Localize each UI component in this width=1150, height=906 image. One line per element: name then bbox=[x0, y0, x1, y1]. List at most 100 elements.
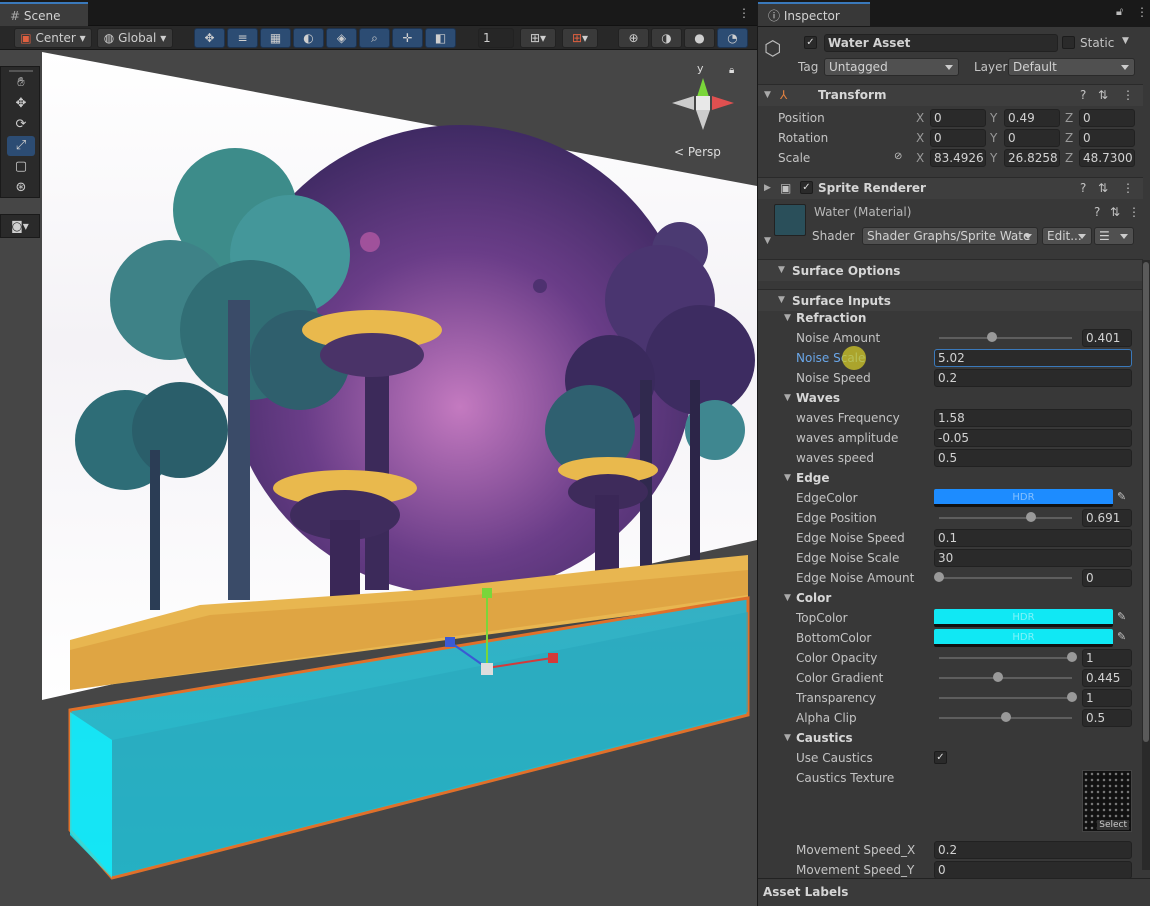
shader-dropdown[interactable]: Shader Graphs/Sprite Wate bbox=[862, 227, 1038, 245]
view-options-button[interactable]: ◙▾ bbox=[0, 214, 40, 238]
tab-scene[interactable]: # Scene bbox=[0, 2, 88, 26]
edge-noise-amount-slider-track[interactable] bbox=[939, 577, 1072, 579]
shader-edit-button[interactable]: Edit... bbox=[1042, 227, 1092, 245]
alpha-clip-field[interactable]: 0.5 bbox=[1082, 709, 1132, 727]
edge-group-header[interactable]: ▼ Edge bbox=[758, 468, 1143, 488]
transform-position-x-field[interactable]: 0 bbox=[930, 109, 986, 127]
help-icon[interactable]: ? bbox=[1080, 88, 1086, 102]
scene-viewport[interactable]: y 🔒︎ < Persp bbox=[0, 50, 757, 906]
scale-tool-button[interactable]: ⤢ bbox=[7, 136, 35, 156]
material-fold-icon[interactable]: ▼ bbox=[764, 236, 771, 246]
color-gradient-slider-knob[interactable] bbox=[993, 672, 1004, 682]
transform-scale-x-field[interactable]: 83.4926 bbox=[930, 149, 986, 167]
noise-amount-slider-knob[interactable] bbox=[987, 332, 998, 342]
grid-dropdown[interactable]: ⊞▾ bbox=[520, 28, 556, 48]
lit-button[interactable]: ◔ bbox=[717, 28, 748, 48]
transform-position-z-field[interactable]: 0 bbox=[1079, 109, 1135, 127]
static-dropdown-icon[interactable]: ▼ bbox=[1122, 36, 1129, 46]
shaded-wire-button[interactable]: ◑ bbox=[651, 28, 682, 48]
persp-toggle[interactable]: < Persp bbox=[674, 145, 721, 159]
alpha-clip-slider-knob[interactable] bbox=[1000, 712, 1011, 722]
eyedropper-icon[interactable]: ✎ bbox=[1117, 630, 1126, 643]
transform-scale-y-field[interactable]: 26.8258 bbox=[1004, 149, 1060, 167]
edge-position-slider-knob[interactable] bbox=[1025, 512, 1036, 522]
scene-menu-icon[interactable]: ⋮ bbox=[738, 6, 750, 20]
sprite-renderer-enabled[interactable]: ✓ bbox=[800, 181, 813, 194]
palette-handle[interactable] bbox=[9, 70, 33, 72]
movement-speed-y-field[interactable]: 0 bbox=[934, 861, 1132, 879]
edge-noise-amount-field[interactable]: 0 bbox=[1082, 569, 1132, 587]
tab-inspector[interactable]: ⓘ Inspector bbox=[758, 2, 870, 26]
snap-dropdown[interactable]: ⊞▾ bbox=[562, 28, 598, 48]
preset-icon[interactable]: ⇅ bbox=[1098, 181, 1108, 195]
layer-dropdown[interactable]: Default bbox=[1008, 58, 1135, 76]
color-gradient-slider-track[interactable] bbox=[939, 677, 1072, 679]
refraction-group-header[interactable]: ▼ Refraction bbox=[758, 308, 1143, 328]
transform-rotation-z-field[interactable]: 0 bbox=[1079, 129, 1135, 147]
wireframe-button[interactable]: ⊕ bbox=[618, 28, 649, 48]
material-preview[interactable] bbox=[774, 204, 806, 236]
asset-labels-bar[interactable]: Asset Labels bbox=[758, 878, 1150, 906]
color-group-header[interactable]: ▼ Color bbox=[758, 588, 1143, 608]
edge-position-slider-track[interactable] bbox=[939, 517, 1072, 519]
active-checkbox[interactable]: ✓ bbox=[804, 36, 817, 49]
waves-speed-field[interactable]: 0.5 bbox=[934, 449, 1132, 467]
layers-button[interactable]: ◈ bbox=[326, 28, 357, 48]
caustics-texture-select-button[interactable]: Select bbox=[1097, 820, 1129, 830]
object-name-field[interactable]: Water Asset bbox=[824, 34, 1058, 52]
component-menu-icon[interactable]: ⋮ bbox=[1122, 88, 1134, 102]
noise-scale-field[interactable]: 5.02 bbox=[934, 349, 1132, 367]
transform-rotation-y-field[interactable]: 0 bbox=[1004, 129, 1060, 147]
transparency-slider-knob[interactable] bbox=[1067, 692, 1077, 702]
component-menu-icon[interactable]: ⋮ bbox=[1122, 181, 1134, 195]
transform-header[interactable]: ▼ ⅄ Transform ? ⇅ ⋮ bbox=[758, 84, 1143, 106]
transform-position-y-field[interactable]: 0.49 bbox=[1004, 109, 1060, 127]
pivot-dropdown[interactable]: ▣ Center ▾ bbox=[14, 28, 92, 48]
transform-rotation-x-field[interactable]: 0 bbox=[930, 129, 986, 147]
caustics-group-header[interactable]: ▼ Caustics bbox=[758, 728, 1143, 748]
transform-tool-button[interactable]: ⊛ bbox=[7, 178, 35, 198]
pivot-tool-button[interactable]: ✛ bbox=[392, 28, 423, 48]
top-color-swatch[interactable]: HDR bbox=[934, 609, 1113, 627]
movement-speed-x-field[interactable]: 0.2 bbox=[934, 841, 1132, 859]
inspector-scrollbar-thumb[interactable] bbox=[1143, 262, 1149, 742]
tag-dropdown[interactable]: Untagged bbox=[824, 58, 959, 76]
shading-button[interactable]: ◐ bbox=[293, 28, 324, 48]
help-icon[interactable]: ? bbox=[1094, 205, 1100, 219]
transparency-slider-track[interactable] bbox=[939, 697, 1072, 699]
surface-options-header[interactable]: ▼ Surface Options bbox=[758, 259, 1143, 281]
preset-icon[interactable]: ⇅ bbox=[1110, 205, 1120, 219]
transparency-field[interactable]: 1 bbox=[1082, 689, 1132, 707]
help-icon[interactable]: ? bbox=[1080, 181, 1086, 195]
color-gradient-field[interactable]: 0.445 bbox=[1082, 669, 1132, 687]
edge-noise-scale-field[interactable]: 30 bbox=[934, 549, 1132, 567]
eyedropper-icon[interactable]: ✎ bbox=[1117, 490, 1126, 503]
space-dropdown[interactable]: ◍ Global ▾ bbox=[97, 28, 173, 48]
camera-tool-button[interactable]: ◧ bbox=[425, 28, 456, 48]
grid-snap-button[interactable]: ▦ bbox=[260, 28, 291, 48]
edge-color-swatch[interactable]: HDR bbox=[934, 489, 1113, 507]
align-button[interactable]: ≡ bbox=[227, 28, 258, 48]
orientation-gizmo[interactable] bbox=[672, 78, 734, 130]
lock-icon[interactable]: 🔒︎ bbox=[729, 65, 734, 76]
noise-amount-field[interactable]: 0.401 bbox=[1082, 329, 1132, 347]
waves-frequency-field[interactable]: 1.58 bbox=[934, 409, 1132, 427]
edge-noise-amount-slider-knob[interactable] bbox=[934, 572, 944, 582]
edge-noise-speed-field[interactable]: 0.1 bbox=[934, 529, 1132, 547]
transform-scale-z-field[interactable]: 48.7300 bbox=[1079, 149, 1135, 167]
static-checkbox[interactable] bbox=[1062, 36, 1075, 49]
color-opacity-field[interactable]: 1 bbox=[1082, 649, 1132, 667]
material-menu-icon[interactable]: ⋮ bbox=[1128, 205, 1140, 219]
color-opacity-slider-track[interactable] bbox=[939, 657, 1072, 659]
eyedropper-icon[interactable]: ✎ bbox=[1117, 610, 1126, 623]
edge-position-field[interactable]: 0.691 bbox=[1082, 509, 1132, 527]
waves-group-header[interactable]: ▼ Waves bbox=[758, 388, 1143, 408]
hand-tool-button[interactable]: ✋︎ bbox=[7, 73, 35, 93]
search-button[interactable]: ⌕ bbox=[359, 28, 390, 48]
link-scale-icon[interactable]: ⊘ bbox=[894, 151, 902, 162]
bottom-color-swatch[interactable]: HDR bbox=[934, 629, 1113, 647]
preset-icon[interactable]: ⇅ bbox=[1098, 88, 1108, 102]
inspector-lock-icon[interactable]: 🔓︎ bbox=[1116, 5, 1123, 19]
use-caustics-checkbox[interactable]: ✓ bbox=[934, 751, 947, 764]
rect-tool-button[interactable]: ▢ bbox=[7, 157, 35, 177]
